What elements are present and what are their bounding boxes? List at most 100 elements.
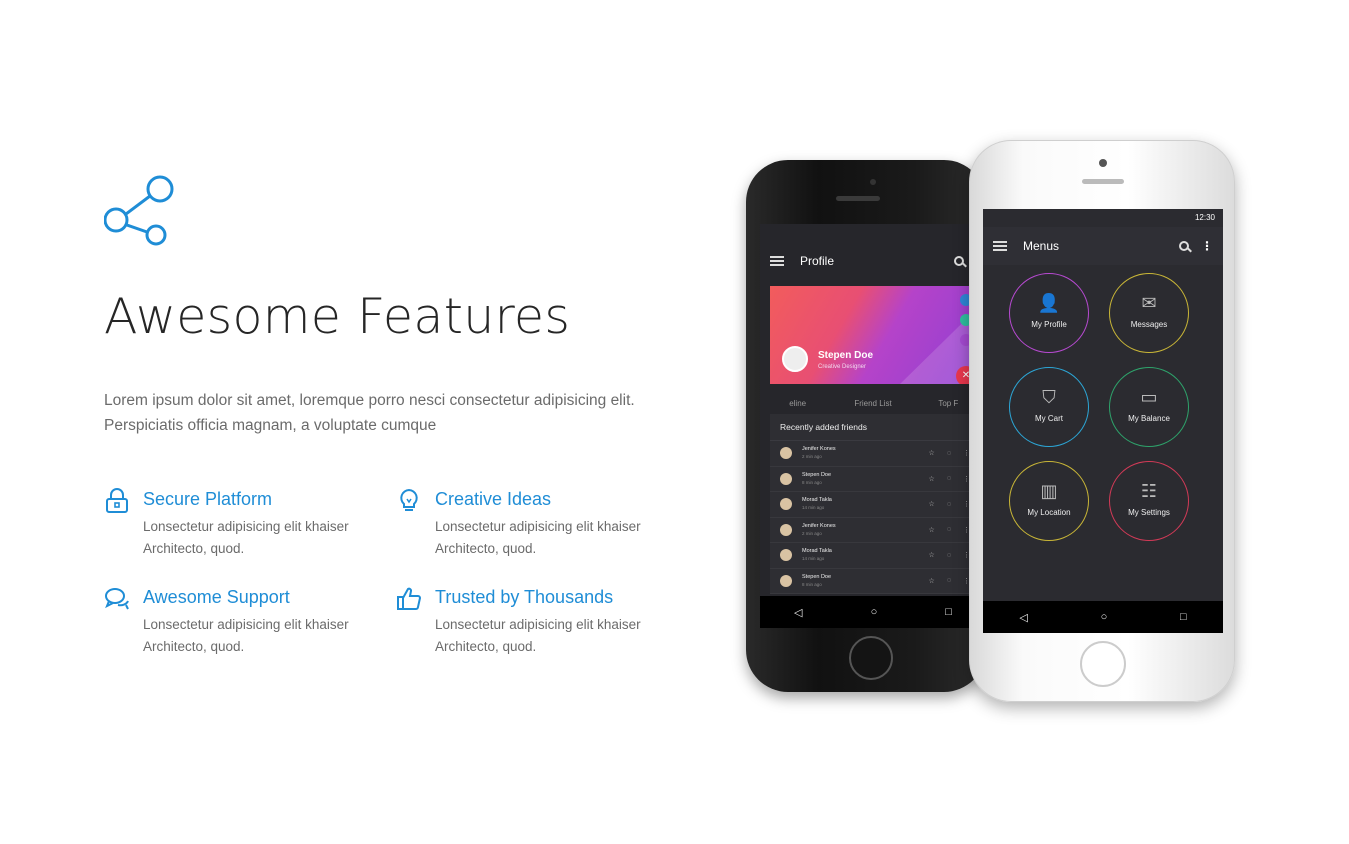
hamburger-menu-icon[interactable] [993, 241, 1007, 251]
avatar [780, 549, 792, 562]
chat-icon [105, 588, 129, 610]
feature-title: Awesome Support [143, 587, 290, 607]
friend-time: 14 min ago [802, 505, 825, 511]
avatar [780, 574, 792, 587]
friend-time: 8 min ago [802, 581, 822, 587]
star-icon[interactable]: ☆ [929, 526, 935, 534]
avatar [780, 447, 792, 460]
menu-item-my-location[interactable]: ▥ My Location [1009, 461, 1089, 541]
comment-icon[interactable]: ◌ [947, 450, 951, 457]
comment-icon[interactable]: ◌ [947, 501, 951, 508]
status-time: 12:30 [1194, 213, 1215, 222]
avatar [782, 346, 808, 372]
back-icon[interactable]: ◁ [794, 606, 802, 619]
phone-speaker [836, 196, 880, 201]
android-nav-bar: ◁ ○ □ [983, 601, 1223, 633]
more-icon[interactable]: ⋮ [1201, 239, 1213, 253]
search-icon[interactable] [954, 256, 964, 266]
menu-item-label: My Settings [1128, 508, 1170, 517]
phone-camera [870, 179, 876, 185]
profile-screen: 12 Profile Stepen Doe Creative Designer … [760, 224, 986, 628]
friend-time: 8 min ago [802, 479, 822, 485]
menu-item-label: My Location [1027, 508, 1071, 517]
friend-name: Jenifer Kones [802, 522, 836, 529]
menu-item-my-settings[interactable]: ☷ My Settings [1109, 461, 1189, 541]
android-nav-bar: ◁ ○ □ [760, 596, 986, 628]
profile-name: Stepen Doe [818, 350, 874, 361]
friend-name: Morad Takla [802, 548, 832, 555]
friend-info: Stepen Doe 8 min ago [802, 472, 917, 486]
credit-card-icon: ▭ [1140, 387, 1158, 407]
home-icon[interactable]: ○ [1101, 611, 1108, 623]
intro-line-2: Perspiciatis officia magnam, a voluptate… [104, 417, 437, 434]
black-phone-mockup: 12 Profile Stepen Doe Creative Designer … [746, 160, 986, 692]
list-item[interactable]: Stepen Doe 8 min ago ☆ ◌ ⋮ [770, 467, 980, 492]
mail-icon: ✉ [1141, 293, 1157, 313]
menu-item-messages[interactable]: ✉ Messages [1109, 273, 1189, 353]
share-icon [104, 175, 174, 246]
intro-text: Lorem ipsum dolor sit amet, loremque por… [104, 388, 664, 438]
avatar [780, 523, 792, 536]
comment-icon[interactable]: ◌ [947, 577, 951, 584]
friend-info: Jenifer Kones 2 min ago [802, 523, 917, 537]
map-icon: ▥ [1040, 481, 1058, 501]
list-item[interactable]: Jenifer Kones 2 min ago ☆ ◌ ⋮ [770, 518, 980, 543]
tab-timeline[interactable]: eline [760, 399, 835, 408]
friends-card: Recently added friends Jenifer Kones 2 mi… [770, 414, 980, 594]
comment-icon[interactable]: ◌ [947, 475, 951, 482]
back-icon[interactable]: ◁ [1019, 611, 1027, 624]
phone-home-button [849, 636, 893, 680]
app-title: Menus [1023, 239, 1060, 253]
friend-time: 2 min ago [802, 530, 822, 536]
menu-item-label: My Balance [1128, 414, 1170, 423]
search-icon[interactable] [1179, 241, 1189, 251]
star-icon[interactable]: ☆ [929, 551, 935, 559]
avatar [780, 472, 792, 485]
feature-title: Trusted by Thousands [435, 587, 614, 607]
star-icon[interactable]: ☆ [929, 475, 935, 483]
friend-info: Morad Takla 14 min ago [802, 548, 917, 562]
feature-desc: Lonsectetur adipisicing elit khaiser Arc… [143, 519, 349, 556]
recents-icon[interactable]: □ [1180, 611, 1187, 623]
basket-icon: ⛉ [1042, 387, 1056, 407]
menu-item-label: My Profile [1031, 320, 1067, 329]
friend-name: Morad Takla [802, 497, 832, 504]
star-icon[interactable]: ☆ [929, 500, 935, 508]
list-item[interactable]: Morad Takla 14 min ago ☆ ◌ ⋮ [770, 492, 980, 518]
list-item[interactable]: Jenifer Kones 2 min ago ☆ ◌ ⋮ [770, 441, 980, 467]
comment-icon[interactable]: ◌ [947, 552, 951, 559]
tab-friend-list[interactable]: Friend List [835, 399, 910, 408]
hamburger-menu-icon[interactable] [770, 256, 784, 266]
recents-icon[interactable]: □ [945, 606, 952, 618]
feature-list: Secure Platform Lonsectetur adipisicing … [104, 488, 664, 688]
page-title: Awesome Features [104, 288, 571, 345]
star-icon[interactable]: ☆ [929, 577, 935, 585]
friend-time: 2 min ago [802, 454, 822, 460]
menu-item-my-cart[interactable]: ⛉ My Cart [1009, 367, 1089, 447]
phone-home-button [1080, 641, 1126, 687]
friend-name: Stepen Doe [802, 573, 832, 580]
thumbs-up-icon [397, 587, 422, 610]
user-icon: 👤 [1037, 293, 1061, 313]
friend-time: 14 min ago [802, 556, 825, 562]
list-item[interactable]: Stepen Doe 8 min ago ☆ ◌ ⋮ [770, 569, 980, 594]
lock-icon [106, 488, 128, 513]
list-item[interactable]: Morad Takla 14 min ago ☆ ◌ ⋮ [770, 543, 980, 569]
home-icon[interactable]: ○ [871, 606, 878, 618]
profile-tabs: eline Friend List Top F [760, 392, 986, 414]
app-bar: Profile [760, 242, 986, 280]
card-title: Recently added friends [770, 414, 980, 441]
status-bar: 12 [760, 224, 986, 242]
menu-item-label: Messages [1130, 320, 1168, 329]
menu-item-my-balance[interactable]: ▭ My Balance [1109, 367, 1189, 447]
star-icon[interactable]: ☆ [929, 449, 935, 457]
lightbulb-icon [400, 488, 418, 511]
menus-screen: 12:30 Menus ⋮ 👤 My Profile ✉ Messages ⛉ My … [983, 209, 1223, 633]
app-title: Profile [800, 254, 835, 268]
phone-camera [1099, 159, 1107, 167]
comment-icon[interactable]: ◌ [947, 526, 951, 533]
menu-item-my-profile[interactable]: 👤 My Profile [1009, 273, 1089, 353]
profile-role: Creative Designer [818, 364, 867, 370]
white-phone-mockup: 12:30 Menus ⋮ 👤 My Profile ✉ Messages ⛉ My … [969, 140, 1235, 702]
friend-name: Jenifer Kones [802, 446, 836, 453]
